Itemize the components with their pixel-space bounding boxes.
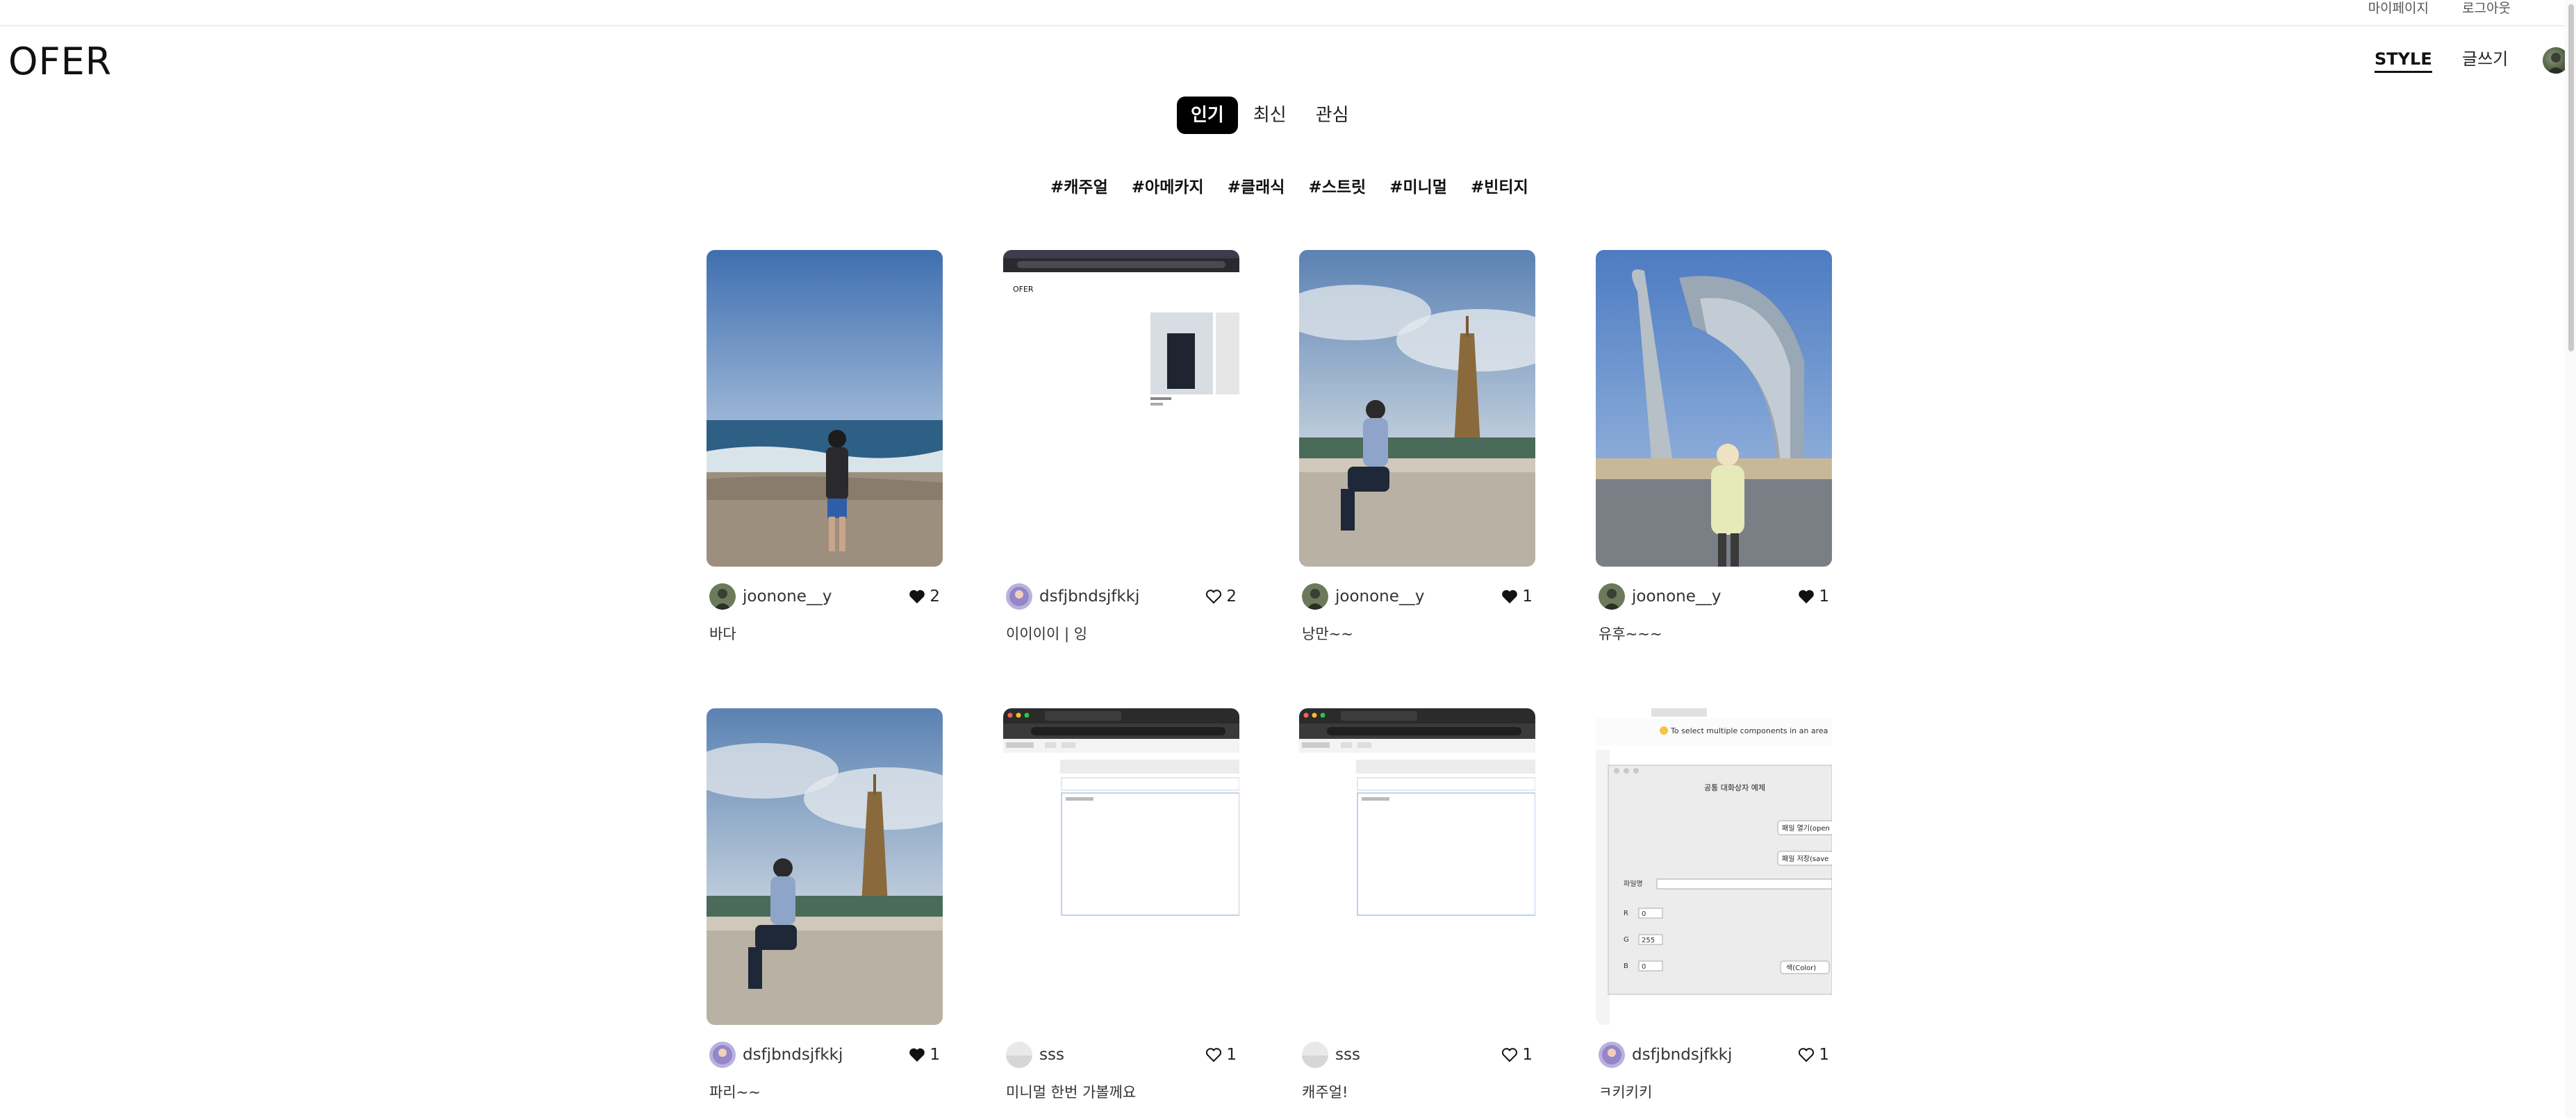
like-number: 1	[1819, 587, 1829, 606]
thumb-g-value: 255	[1642, 937, 1655, 944]
username[interactable]: dsfjbndsjfkkj	[743, 1044, 843, 1065]
like-count[interactable]: 1	[1798, 586, 1829, 607]
post-caption: 미니멀 한번 가볼께요	[1006, 1084, 1137, 1101]
post-caption: 유후~~~	[1599, 626, 1662, 642]
post-caption: 바다	[709, 626, 736, 642]
user-avatar[interactable]	[1006, 583, 1032, 610]
tab-interest[interactable]: 관심	[1302, 97, 1363, 134]
heart-outline-icon	[1799, 1048, 1815, 1062]
sort-tabs: 인기 최신 관심	[1177, 96, 1363, 135]
user-avatar[interactable]	[1302, 1042, 1328, 1068]
post-meta: dsfjbndsjfkkj 2	[1006, 581, 1237, 611]
heart-outline-icon	[1502, 1048, 1518, 1062]
username[interactable]: sss	[1039, 1044, 1064, 1065]
thumb-tip-text: To select multiple components in an area	[1670, 726, 1828, 735]
hashtag-filter: #캐주얼 #아메카지 #클래식 #스트릿 #미니멀 #빈티지	[1050, 175, 1552, 200]
logout-link[interactable]: 로그아웃	[2462, 0, 2511, 17]
heart-filled-icon	[909, 590, 925, 603]
username[interactable]: sss	[1335, 1044, 1360, 1065]
user-avatar[interactable]	[1006, 1042, 1032, 1068]
hashtag-casual[interactable]: #캐주얼	[1050, 175, 1108, 200]
post-meta: dsfjbndsjfkkj 1	[1599, 1039, 1829, 1069]
user-avatar[interactable]	[709, 1042, 736, 1068]
like-number: 1	[1819, 1046, 1829, 1064]
thumb-g-label: G	[1624, 936, 1629, 944]
post-image-eiffel[interactable]	[707, 708, 943, 1025]
post-image-app-screenshot[interactable]: OFER	[1003, 250, 1239, 567]
user-avatar[interactable]	[709, 583, 736, 610]
user-avatar[interactable]	[1599, 583, 1625, 610]
post-image-java-dialog[interactable]: To select multiple components in an area…	[1596, 708, 1832, 1025]
like-number: 2	[1226, 587, 1237, 606]
post-image-beach[interactable]	[707, 250, 943, 567]
post-caption: 캐주얼!	[1302, 1084, 1348, 1101]
page-scrollbar[interactable]	[2565, 0, 2576, 1118]
username[interactable]: dsfjbndsjfkkj	[1039, 586, 1139, 607]
tab-latest[interactable]: 최신	[1239, 97, 1301, 134]
username[interactable]: joonone__y	[743, 586, 832, 607]
post-meta: dsfjbndsjfkkj 1	[709, 1039, 940, 1069]
hashtag-vintage[interactable]: #빈티지	[1471, 175, 1528, 200]
username[interactable]: joonone__y	[1335, 586, 1425, 607]
like-count[interactable]: 1	[1501, 586, 1533, 607]
like-number: 1	[1522, 587, 1533, 606]
post-meta: joonone__y 1	[1302, 581, 1533, 611]
scrollbar-thumb[interactable]	[2568, 4, 2574, 351]
hashtag-minimal[interactable]: #미니멀	[1389, 175, 1447, 200]
like-number: 1	[930, 1046, 940, 1064]
user-avatar[interactable]	[1599, 1042, 1625, 1068]
post-caption: 낭만~~	[1302, 626, 1353, 642]
user-avatar[interactable]	[1302, 583, 1328, 610]
post-caption: 이이이이 | 잉	[1006, 626, 1088, 642]
thumb-open-button: 패일 열기(open	[1782, 824, 1830, 833]
site-logo[interactable]: OFER	[8, 37, 112, 86]
heart-filled-icon	[1799, 590, 1815, 603]
post-meta: sss 1	[1302, 1039, 1533, 1069]
like-number: 1	[1226, 1046, 1237, 1064]
thumb-logo-text: OFER	[1013, 285, 1034, 294]
username[interactable]: dsfjbndsjfkkj	[1632, 1044, 1732, 1065]
thumb-dialog-title: 공통 대화상자 예제	[1704, 783, 1765, 792]
username[interactable]: joonone__y	[1632, 586, 1722, 607]
post-caption: ㅋ키키키	[1599, 1084, 1653, 1101]
thumb-r-value: 0	[1642, 910, 1646, 918]
post-caption: 파리~~	[709, 1084, 761, 1101]
like-count[interactable]: 1	[1501, 1044, 1533, 1065]
nav-style-link[interactable]: STYLE	[2375, 49, 2432, 73]
post-meta: joonone__y 2	[709, 581, 940, 611]
thumb-b-label: B	[1624, 962, 1628, 970]
heart-outline-icon	[1206, 590, 1222, 604]
post-meta: joonone__y 1	[1599, 581, 1829, 611]
like-count[interactable]: 1	[909, 1044, 940, 1065]
utility-bar: 마이페이지 로그아웃	[0, 0, 2576, 26]
hashtag-street[interactable]: #스트릿	[1308, 175, 1366, 200]
thumb-color-button: 색(Color)	[1786, 964, 1816, 972]
heart-filled-icon	[1502, 590, 1518, 603]
post-meta: sss 1	[1006, 1039, 1237, 1069]
thumb-save-button: 패일 저장(save	[1782, 855, 1828, 863]
like-count[interactable]: 2	[1205, 586, 1237, 607]
post-image-browser-form[interactable]	[1003, 708, 1239, 1025]
like-number: 2	[930, 587, 940, 606]
thumb-r-label: R	[1624, 910, 1628, 917]
post-image-eiffel[interactable]	[1299, 250, 1535, 567]
hashtag-classic[interactable]: #클래식	[1228, 175, 1285, 200]
thumb-b-value: 0	[1642, 963, 1646, 971]
heart-outline-icon	[1206, 1048, 1222, 1062]
like-count[interactable]: 2	[909, 586, 940, 607]
heart-filled-icon	[909, 1048, 925, 1062]
thumb-filename-label: 파일명	[1624, 880, 1643, 888]
mypage-link[interactable]: 마이페이지	[2368, 0, 2429, 17]
like-count[interactable]: 1	[1205, 1044, 1237, 1065]
post-image-browser-form[interactable]	[1299, 708, 1535, 1025]
hashtag-amekaji[interactable]: #아메카지	[1132, 175, 1204, 200]
nav-write-link[interactable]: 글쓰기	[2462, 49, 2508, 69]
like-count[interactable]: 1	[1798, 1044, 1829, 1065]
post-image-modern-tower[interactable]	[1596, 250, 1832, 567]
tab-popular[interactable]: 인기	[1177, 97, 1238, 134]
like-number: 1	[1522, 1046, 1533, 1064]
